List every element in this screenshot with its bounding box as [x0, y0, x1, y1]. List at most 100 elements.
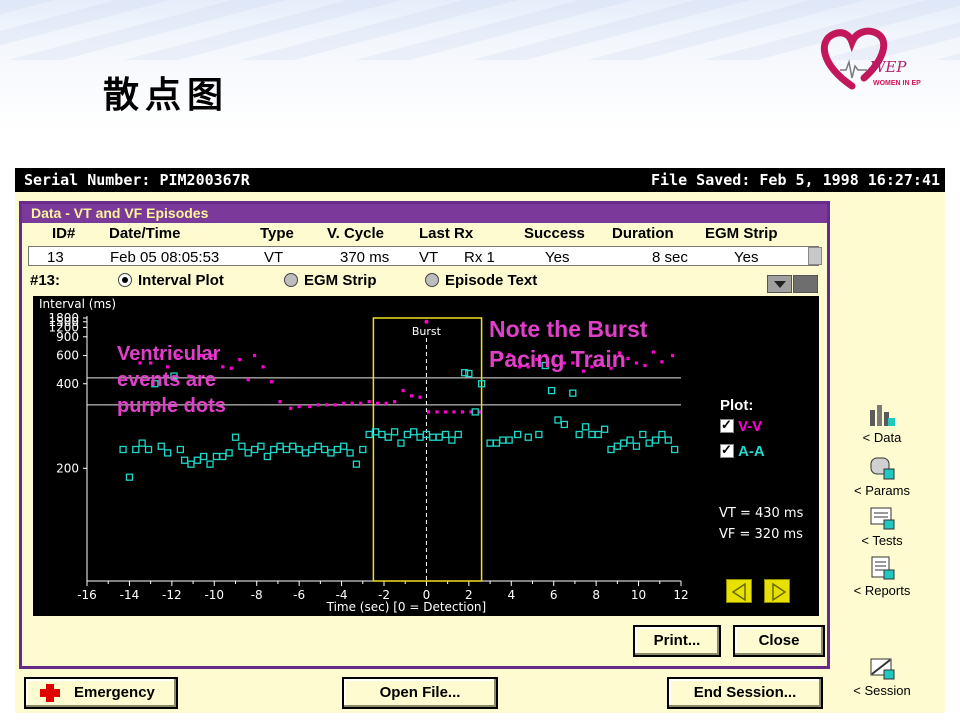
aa-point: [125, 473, 134, 481]
sidebar-item-reports[interactable]: < Reports: [832, 555, 932, 598]
sidebar-item-data[interactable]: < Data: [832, 402, 932, 445]
x-tick-label: -14: [120, 588, 140, 602]
aa-point: [569, 389, 577, 397]
col-header-egm: EGM Strip: [705, 225, 778, 242]
dropdown-button[interactable]: [767, 275, 792, 293]
vv-point: [418, 395, 422, 399]
vv-point: [229, 366, 233, 370]
aa-point: [397, 439, 405, 447]
aa-point: [658, 430, 666, 439]
slide-title: 散点图: [103, 74, 230, 116]
aa-point: [575, 430, 583, 439]
y-tick-label: 600: [56, 349, 79, 363]
x-tick-label: 6: [550, 588, 558, 602]
vv-point: [384, 401, 388, 405]
aa-point: [499, 436, 507, 444]
sidebar-session-label: < Session: [853, 683, 911, 698]
aa-point: [231, 433, 240, 441]
cell-id: 13: [47, 249, 64, 266]
aa-point: [219, 452, 227, 461]
reports-icon: [871, 556, 895, 580]
x-tick-label: 4: [507, 588, 515, 602]
aa-point: [441, 430, 450, 439]
aa-point: [639, 430, 647, 439]
bar-chart-icon: [870, 405, 895, 426]
aa-point: [416, 433, 424, 441]
view-egm-strip[interactable]: EGM Strip: [284, 272, 377, 289]
x-tick-label: -6: [293, 588, 305, 602]
burst-box: [372, 317, 483, 582]
aa-point: [333, 445, 341, 454]
vv-point: [289, 406, 293, 410]
aa-point: [308, 445, 316, 454]
y-tick-label: 200: [56, 461, 79, 475]
aa-point: [193, 456, 201, 464]
aa-point: [163, 449, 172, 457]
aa-point: [448, 436, 456, 444]
vv-point: [359, 401, 363, 405]
vv-point: [409, 394, 414, 398]
sidebar-item-params[interactable]: < Params: [832, 455, 932, 498]
legend-aa[interactable]: A-A: [720, 442, 765, 460]
scroll-right-button[interactable]: [764, 579, 790, 603]
aa-point: [410, 428, 418, 436]
aa-point: [505, 436, 513, 444]
vt-threshold: VT = 430 ms: [719, 506, 804, 521]
y-tick-label: 900: [56, 330, 79, 344]
print-button[interactable]: Print...: [633, 625, 721, 657]
vv-point: [246, 378, 250, 382]
aa-point: [244, 449, 252, 457]
aa-point: [320, 445, 329, 454]
vv-point: [401, 389, 405, 393]
legend-vv-label: V-V: [738, 418, 763, 435]
aa-point: [535, 430, 543, 439]
end-session-button[interactable]: End Session...: [667, 677, 823, 709]
aa-point: [613, 442, 622, 450]
aa-point: [212, 452, 221, 461]
aa-point: [132, 445, 140, 454]
col-header-type: Type: [260, 225, 294, 242]
open-file-button[interactable]: Open File...: [342, 677, 498, 709]
aa-point: [645, 439, 653, 447]
vv-point: [325, 403, 329, 407]
aa-point: [607, 445, 615, 454]
radio-unselected-icon: [425, 273, 439, 287]
close-button[interactable]: Close: [733, 625, 825, 657]
annotation-ventricular: Ventricular events are purple dots: [117, 343, 226, 417]
cell-date: Feb 05 08:05:53: [110, 249, 220, 266]
aa-point: [620, 439, 628, 447]
aa-point: [651, 436, 660, 444]
annotation-burst-note: Note the Burst Pacing Train: [489, 316, 648, 372]
col-header-id: ID#: [52, 225, 76, 242]
view-interval-plot[interactable]: Interval Plot: [118, 272, 224, 289]
view-episode-text[interactable]: Episode Text: [425, 272, 537, 289]
aa-point: [289, 442, 297, 450]
y-tick-label: 400: [56, 377, 79, 391]
serial-bar: Serial Number: PIM200367R File Saved: Fe…: [15, 168, 945, 192]
vv-point: [350, 401, 354, 405]
episode-label: #13:: [30, 272, 61, 289]
checkbox-icon: [720, 442, 734, 458]
aa-point: [180, 456, 189, 464]
aa-point: [276, 442, 284, 450]
aa-point: [359, 445, 367, 454]
panel-menu-button[interactable]: [793, 275, 818, 293]
aa-point: [352, 460, 361, 468]
scroll-left-button[interactable]: [726, 579, 752, 603]
emergency-button[interactable]: Emergency: [24, 677, 178, 709]
burst-marker: [424, 319, 429, 324]
legend-vv[interactable]: V-V: [720, 417, 763, 435]
aa-point: [471, 408, 479, 416]
row-scroll-button[interactable]: [808, 247, 822, 265]
aa-point: [340, 442, 348, 450]
vv-point: [316, 403, 320, 407]
sidebar-item-tests[interactable]: < Tests: [832, 505, 932, 548]
sidebar-data-label: < Data: [862, 430, 902, 445]
panel-title: Data - VT and VF Episodes: [22, 204, 827, 223]
burst-label: Burst: [412, 325, 442, 338]
sidebar-item-session[interactable]: < Session: [832, 655, 932, 698]
aa-point: [547, 386, 556, 395]
aa-point: [435, 433, 443, 441]
params-icon: [870, 457, 895, 480]
aa-point: [588, 430, 596, 439]
